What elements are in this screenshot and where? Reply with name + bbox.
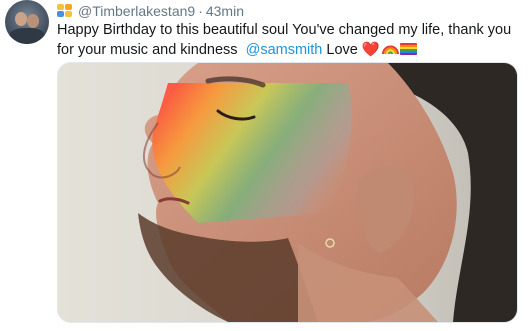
tweet-photo[interactable] [57,62,518,323]
avatar[interactable] [5,0,49,44]
people-hugging-emoji-icon [57,4,73,18]
tweet[interactable]: @Timberlakestan9 · 43min Happy Birthday … [0,0,529,331]
portrait-photo [58,63,517,322]
red-heart-icon: ❤️ [361,42,380,58]
mention-link[interactable]: @samsmith [246,42,323,58]
user-handle[interactable]: @Timberlakestan9 [78,3,195,19]
tweet-timestamp[interactable]: 43min [206,3,244,19]
separator-dot: · [198,3,203,19]
tweet-body-end: Love [326,42,358,58]
tweet-text: Happy Birthday to this beautiful soul Yo… [57,20,517,60]
rainbow-icon [381,45,399,55]
rainbow-flag-icon [399,43,417,55]
tweet-header: @Timberlakestan9 · 43min [57,2,244,20]
